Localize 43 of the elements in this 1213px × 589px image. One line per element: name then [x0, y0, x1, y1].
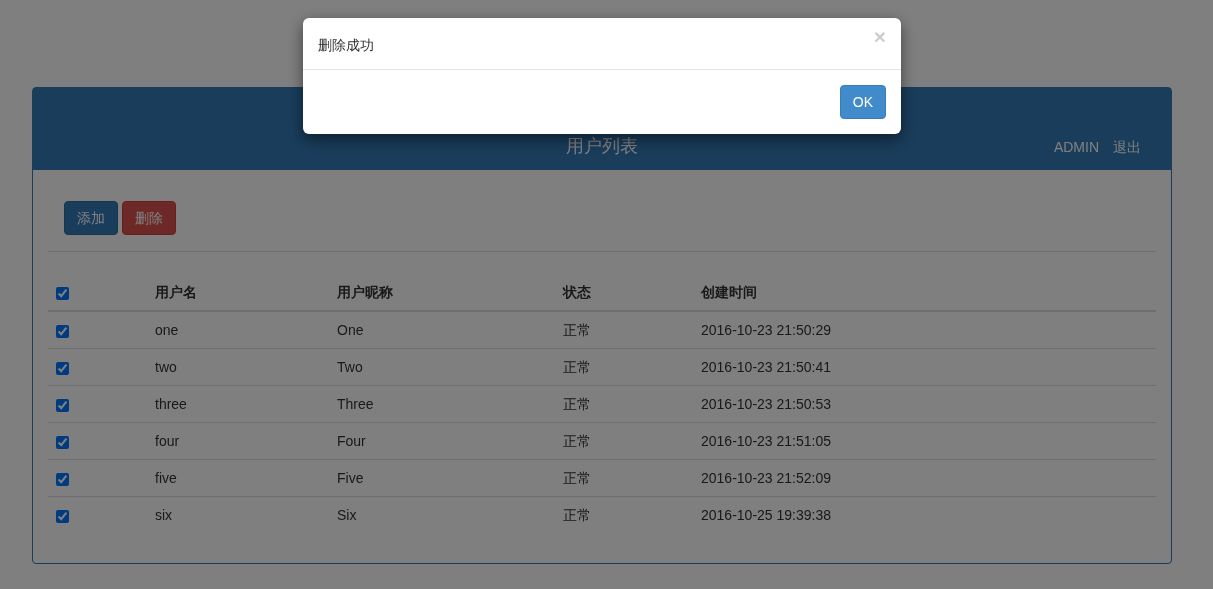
table-cell: 正常	[555, 459, 693, 497]
table-cell: four	[147, 422, 329, 460]
checkbox[interactable]	[56, 361, 69, 375]
user-link[interactable]: ADMIN	[1053, 137, 1099, 157]
table-cell: 正常	[555, 496, 693, 533]
delete-button[interactable]: 删除	[122, 201, 176, 235]
dialog-title: 删除成功	[318, 36, 374, 55]
checkbox[interactable]	[56, 472, 69, 486]
column-header: 创建时间	[693, 274, 1156, 311]
checkbox[interactable]	[56, 324, 69, 338]
panel-title: 用户列表	[566, 135, 638, 157]
add-button[interactable]: 添加	[64, 201, 118, 235]
table-cell: Four	[329, 422, 555, 460]
table-cell: Two	[329, 348, 555, 386]
table-cell: one	[147, 311, 329, 349]
table-cell: One	[329, 311, 555, 349]
table-cell: 2016-10-23 21:50:29	[693, 311, 1156, 349]
table-cell: Six	[329, 496, 555, 533]
table-cell: 2016-10-23 21:50:53	[693, 385, 1156, 423]
table-cell: 正常	[555, 422, 693, 460]
table-cell: two	[147, 348, 329, 386]
checkbox[interactable]	[56, 435, 69, 449]
table-cell: three	[147, 385, 329, 423]
column-header: 用户昵称	[329, 274, 555, 311]
table-cell: Five	[329, 459, 555, 497]
table-cell: five	[147, 459, 329, 497]
table-cell: 2016-10-23 21:50:41	[693, 348, 1156, 386]
table-cell: 正常	[555, 311, 693, 349]
checkbox[interactable]	[56, 286, 69, 300]
table-cell: 2016-10-25 19:39:38	[693, 496, 1156, 533]
table-cell: 2016-10-23 21:52:09	[693, 459, 1156, 497]
checkbox[interactable]	[56, 509, 69, 523]
logout-link[interactable]: 退出	[1113, 137, 1141, 157]
column-header: 状态	[555, 274, 693, 311]
ok-button[interactable]: OK	[839, 85, 886, 119]
table-cell: 正常	[555, 385, 693, 423]
table-cell: six	[147, 496, 329, 533]
table-cell: Three	[329, 385, 555, 423]
checkbox[interactable]	[56, 398, 69, 412]
column-header: 用户名	[147, 274, 329, 311]
close-button[interactable]: ×	[873, 26, 886, 47]
table-cell: 正常	[555, 348, 693, 386]
table-cell: 2016-10-23 21:51:05	[693, 422, 1156, 460]
